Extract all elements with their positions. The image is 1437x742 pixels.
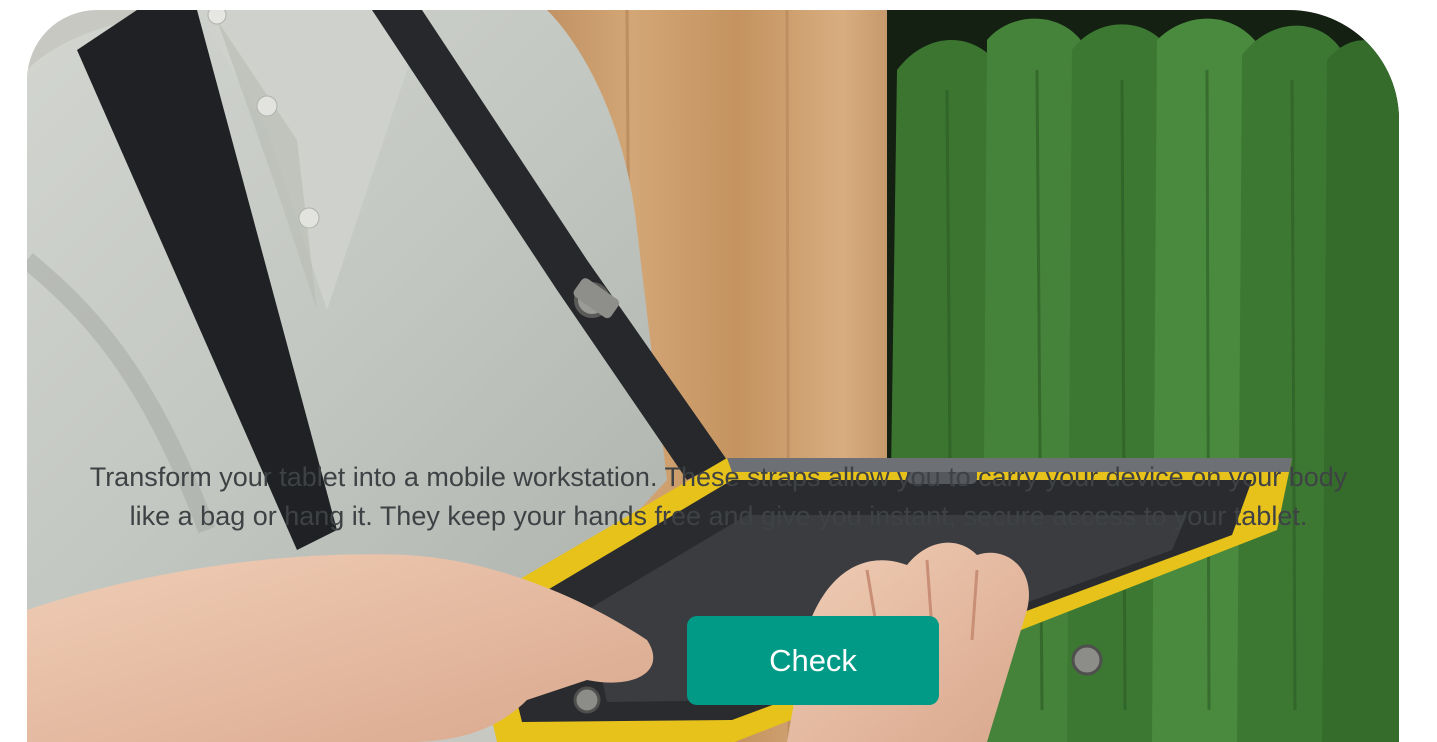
description-line-1: Transform your tablet into a mobile work… [89,462,1348,492]
description-line-2: like a bag or hang it. They keep your ha… [129,501,1308,531]
check-button[interactable]: Check [687,616,939,705]
banner-description: Transform your tablet into a mobile work… [0,458,1437,536]
product-banner: Transform your tablet into a mobile work… [0,0,1437,742]
